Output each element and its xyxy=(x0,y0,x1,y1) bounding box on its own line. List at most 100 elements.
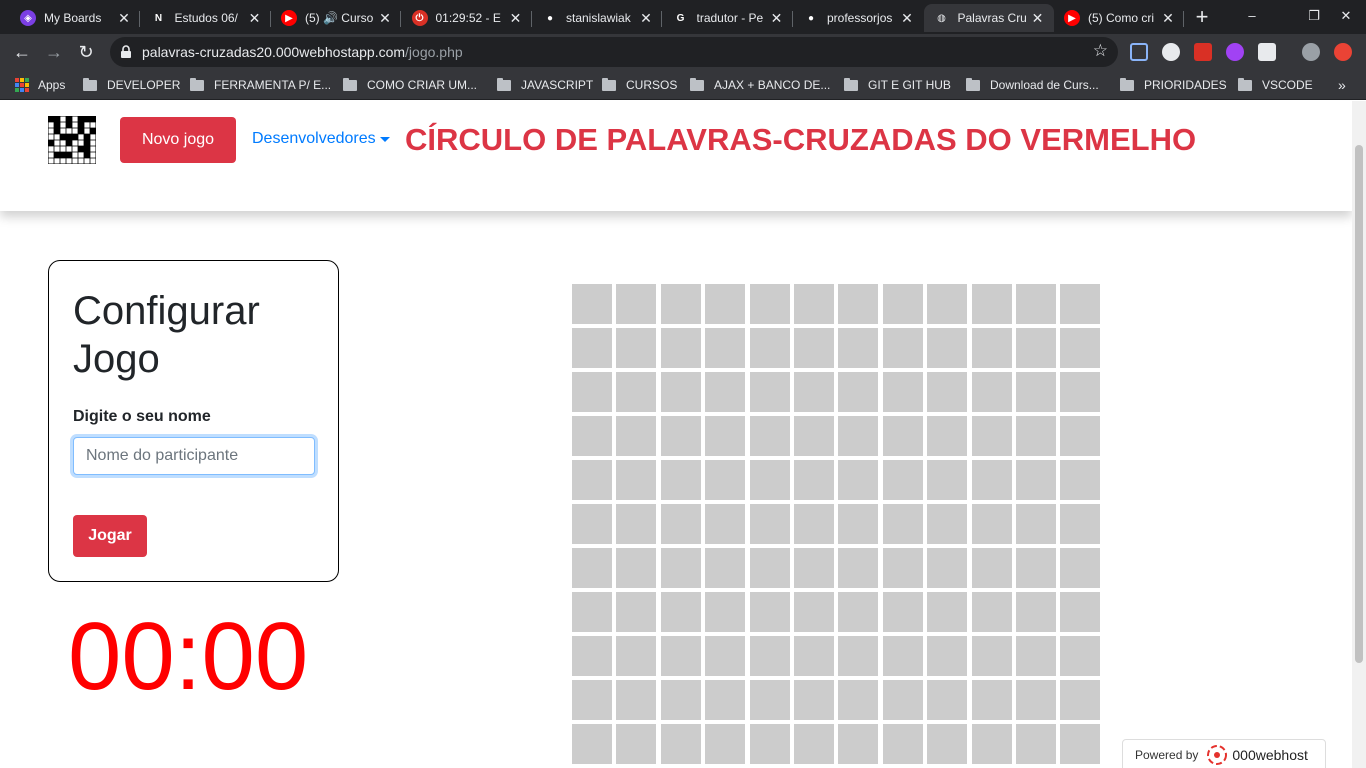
forward-arrow-icon[interactable]: → xyxy=(42,40,66,64)
board-cell[interactable] xyxy=(838,592,879,632)
board-cell[interactable] xyxy=(572,504,612,544)
participant-name-input[interactable] xyxy=(73,437,315,475)
profile-avatar[interactable] xyxy=(1302,43,1320,61)
board-cell[interactable] xyxy=(660,680,701,720)
board-cell[interactable] xyxy=(927,724,968,764)
board-cell[interactable] xyxy=(882,636,923,676)
board-cell[interactable] xyxy=(927,680,968,720)
board-cell[interactable] xyxy=(882,284,923,324)
board-cell[interactable] xyxy=(749,592,790,632)
browser-tab[interactable]: ● professorjos ✕ xyxy=(793,4,923,32)
board-cell[interactable] xyxy=(927,504,968,544)
tab-close-icon[interactable]: ✕ xyxy=(377,10,393,26)
board-cell[interactable] xyxy=(749,460,790,500)
board-cell[interactable] xyxy=(572,284,612,324)
board-cell[interactable] xyxy=(1060,372,1101,412)
back-arrow-icon[interactable]: ← xyxy=(10,40,34,64)
board-cell[interactable] xyxy=(927,460,968,500)
board-cell[interactable] xyxy=(793,460,834,500)
color-extension-icon[interactable] xyxy=(1226,43,1244,61)
board-cell[interactable] xyxy=(971,328,1012,368)
board-cell[interactable] xyxy=(838,504,879,544)
board-cell[interactable] xyxy=(1015,284,1056,324)
tab-close-icon[interactable]: ✕ xyxy=(247,10,263,26)
bookmark-apps[interactable]: Apps xyxy=(15,77,65,93)
board-cell[interactable] xyxy=(660,460,701,500)
browser-tab[interactable]: ▶ (5) 🔊 Curso ✕ xyxy=(271,4,401,32)
board-cell[interactable] xyxy=(793,724,834,764)
board-cell[interactable] xyxy=(749,284,790,324)
board-cell[interactable] xyxy=(927,636,968,676)
board-cell[interactable] xyxy=(793,284,834,324)
board-cell[interactable] xyxy=(616,504,657,544)
board-cell[interactable] xyxy=(1060,548,1101,588)
board-cell[interactable] xyxy=(838,284,879,324)
board-cell[interactable] xyxy=(616,548,657,588)
update-icon[interactable] xyxy=(1334,43,1352,61)
board-cell[interactable] xyxy=(838,548,879,588)
board-cell[interactable] xyxy=(705,328,746,368)
board-cell[interactable] xyxy=(616,284,657,324)
bookmark-folder[interactable]: Download de Curs... xyxy=(966,77,1099,93)
board-cell[interactable] xyxy=(660,636,701,676)
board-cell[interactable] xyxy=(971,636,1012,676)
board-cell[interactable] xyxy=(616,416,657,456)
browser-tab[interactable]: N Estudos 06/ ✕ xyxy=(141,4,271,32)
extensions-puzzle-icon[interactable] xyxy=(1258,43,1276,61)
board-cell[interactable] xyxy=(793,504,834,544)
page-scrollbar[interactable] xyxy=(1352,101,1366,768)
tab-close-icon[interactable]: ✕ xyxy=(116,10,132,26)
board-cell[interactable] xyxy=(1015,416,1056,456)
board-cell[interactable] xyxy=(749,416,790,456)
board-cell[interactable] xyxy=(572,592,612,632)
close-window-button[interactable]: ✕ xyxy=(1334,6,1358,26)
board-cell[interactable] xyxy=(1060,680,1101,720)
board-cell[interactable] xyxy=(838,328,879,368)
board-cell[interactable] xyxy=(882,592,923,632)
board-cell[interactable] xyxy=(882,416,923,456)
board-cell[interactable] xyxy=(1060,416,1101,456)
board-cell[interactable] xyxy=(616,724,657,764)
board-cell[interactable] xyxy=(882,680,923,720)
board-cell[interactable] xyxy=(1060,504,1101,544)
board-cell[interactable] xyxy=(749,548,790,588)
board-cell[interactable] xyxy=(1015,548,1056,588)
bookmark-folder[interactable]: PRIORIDADES xyxy=(1120,77,1227,93)
board-cell[interactable] xyxy=(616,680,657,720)
board-cell[interactable] xyxy=(838,636,879,676)
bookmark-folder[interactable]: FERRAMENTA P/ E... xyxy=(190,77,331,93)
board-cell[interactable] xyxy=(882,328,923,368)
board-cell[interactable] xyxy=(572,548,612,588)
board-cell[interactable] xyxy=(749,504,790,544)
board-cell[interactable] xyxy=(1060,460,1101,500)
board-cell[interactable] xyxy=(1060,284,1101,324)
board-cell[interactable] xyxy=(793,372,834,412)
board-cell[interactable] xyxy=(660,372,701,412)
board-cell[interactable] xyxy=(1015,460,1056,500)
browser-tab[interactable]: Gtradutor - Pe ✕ xyxy=(663,4,793,32)
board-cell[interactable] xyxy=(749,372,790,412)
board-cell[interactable] xyxy=(927,416,968,456)
bookmark-folder[interactable]: CURSOS xyxy=(602,77,677,93)
board-cell[interactable] xyxy=(793,592,834,632)
reload-icon[interactable]: ↻ xyxy=(74,40,98,64)
new-game-button[interactable]: Novo jogo xyxy=(120,117,236,163)
board-cell[interactable] xyxy=(660,328,701,368)
board-cell[interactable] xyxy=(971,592,1012,632)
board-cell[interactable] xyxy=(793,680,834,720)
board-cell[interactable] xyxy=(793,636,834,676)
board-cell[interactable] xyxy=(971,504,1012,544)
bookmark-folder[interactable]: COMO CRIAR UM... xyxy=(343,77,477,93)
board-cell[interactable] xyxy=(1015,328,1056,368)
board-cell[interactable] xyxy=(927,372,968,412)
extension-icon[interactable] xyxy=(1162,43,1180,61)
board-cell[interactable] xyxy=(838,460,879,500)
tab-close-icon[interactable]: ✕ xyxy=(899,10,915,26)
board-cell[interactable] xyxy=(616,592,657,632)
tab-close-icon[interactable]: ✕ xyxy=(1160,10,1176,26)
board-cell[interactable] xyxy=(1060,592,1101,632)
board-cell[interactable] xyxy=(660,416,701,456)
board-cell[interactable] xyxy=(1060,636,1101,676)
board-cell[interactable] xyxy=(971,416,1012,456)
board-cell[interactable] xyxy=(971,724,1012,764)
